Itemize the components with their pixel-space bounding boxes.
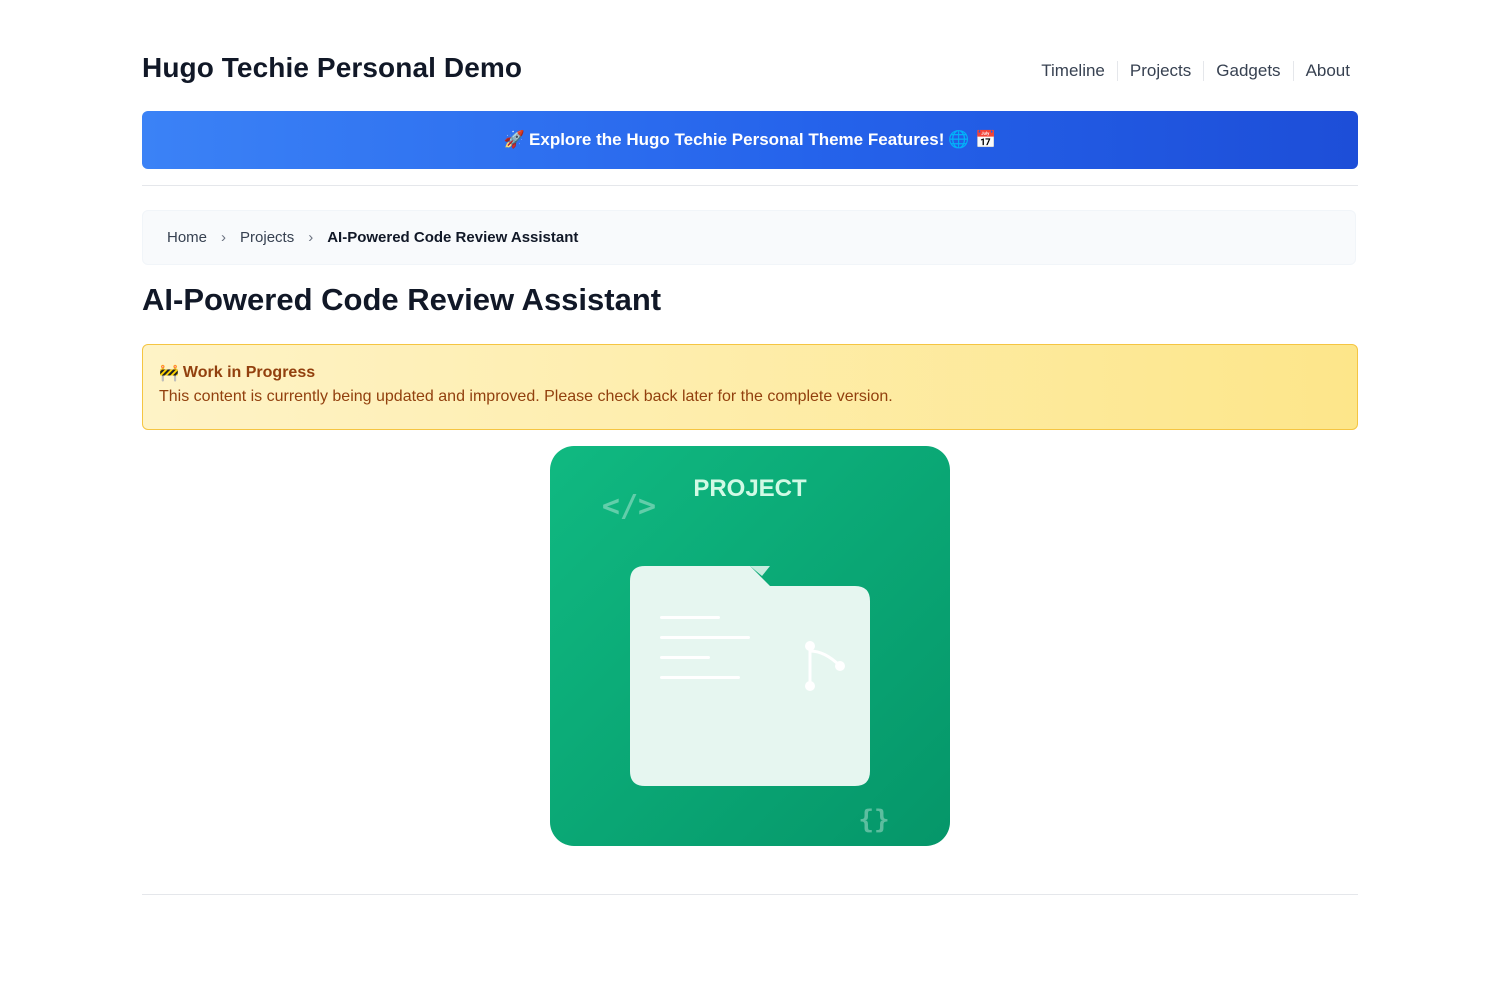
nav-link-timeline[interactable]: Timeline — [1029, 61, 1117, 81]
header-divider — [142, 185, 1358, 186]
site-title[interactable]: Hugo Techie Personal Demo — [142, 52, 522, 84]
footer-divider — [142, 894, 1358, 895]
wip-notice: 🚧 Work in Progress This content is curre… — [142, 344, 1358, 430]
project-illustration: PROJECT </> {} — [550, 446, 950, 846]
breadcrumb-separator-icon: › — [221, 229, 227, 246]
page-title: AI-Powered Code Review Assistant — [142, 282, 662, 317]
breadcrumb-home[interactable]: Home — [167, 229, 207, 246]
code-icon: </> — [602, 489, 656, 524]
folder-icon — [630, 566, 870, 786]
wip-notice-title-text: Work in Progress — [182, 363, 316, 381]
wip-notice-title: 🚧 Work in Progress — [159, 363, 1341, 382]
top-nav: Timeline Projects Gadgets About — [1029, 61, 1350, 81]
promo-banner-text: Explore the Hugo Techie Personal Theme F… — [529, 130, 945, 149]
site-header: Hugo Techie Personal Demo Timeline Proje… — [142, 50, 1358, 90]
construction-icon: 🚧 — [159, 363, 179, 382]
breadcrumb-separator-icon: › — [308, 229, 314, 246]
braces-icon: {} — [858, 805, 889, 835]
nav-link-about[interactable]: About — [1292, 61, 1350, 81]
breadcrumb: Home › Projects › AI-Powered Code Review… — [142, 210, 1356, 265]
breadcrumb-current: AI-Powered Code Review Assistant — [327, 229, 579, 246]
rocket-icon: 🚀 — [503, 130, 526, 150]
wip-notice-text: This content is currently being updated … — [159, 388, 893, 405]
breadcrumb-projects[interactable]: Projects — [240, 229, 294, 246]
project-image: PROJECT </> {} — [550, 446, 950, 846]
promo-banner[interactable]: 🚀 Explore the Hugo Techie Personal Theme… — [142, 111, 1358, 169]
nav-link-projects[interactable]: Projects — [1116, 61, 1203, 81]
project-label: PROJECT — [693, 475, 807, 502]
nav-link-gadgets[interactable]: Gadgets — [1203, 61, 1292, 81]
globe-calendar-icon: 🌐 📅 — [948, 130, 997, 150]
